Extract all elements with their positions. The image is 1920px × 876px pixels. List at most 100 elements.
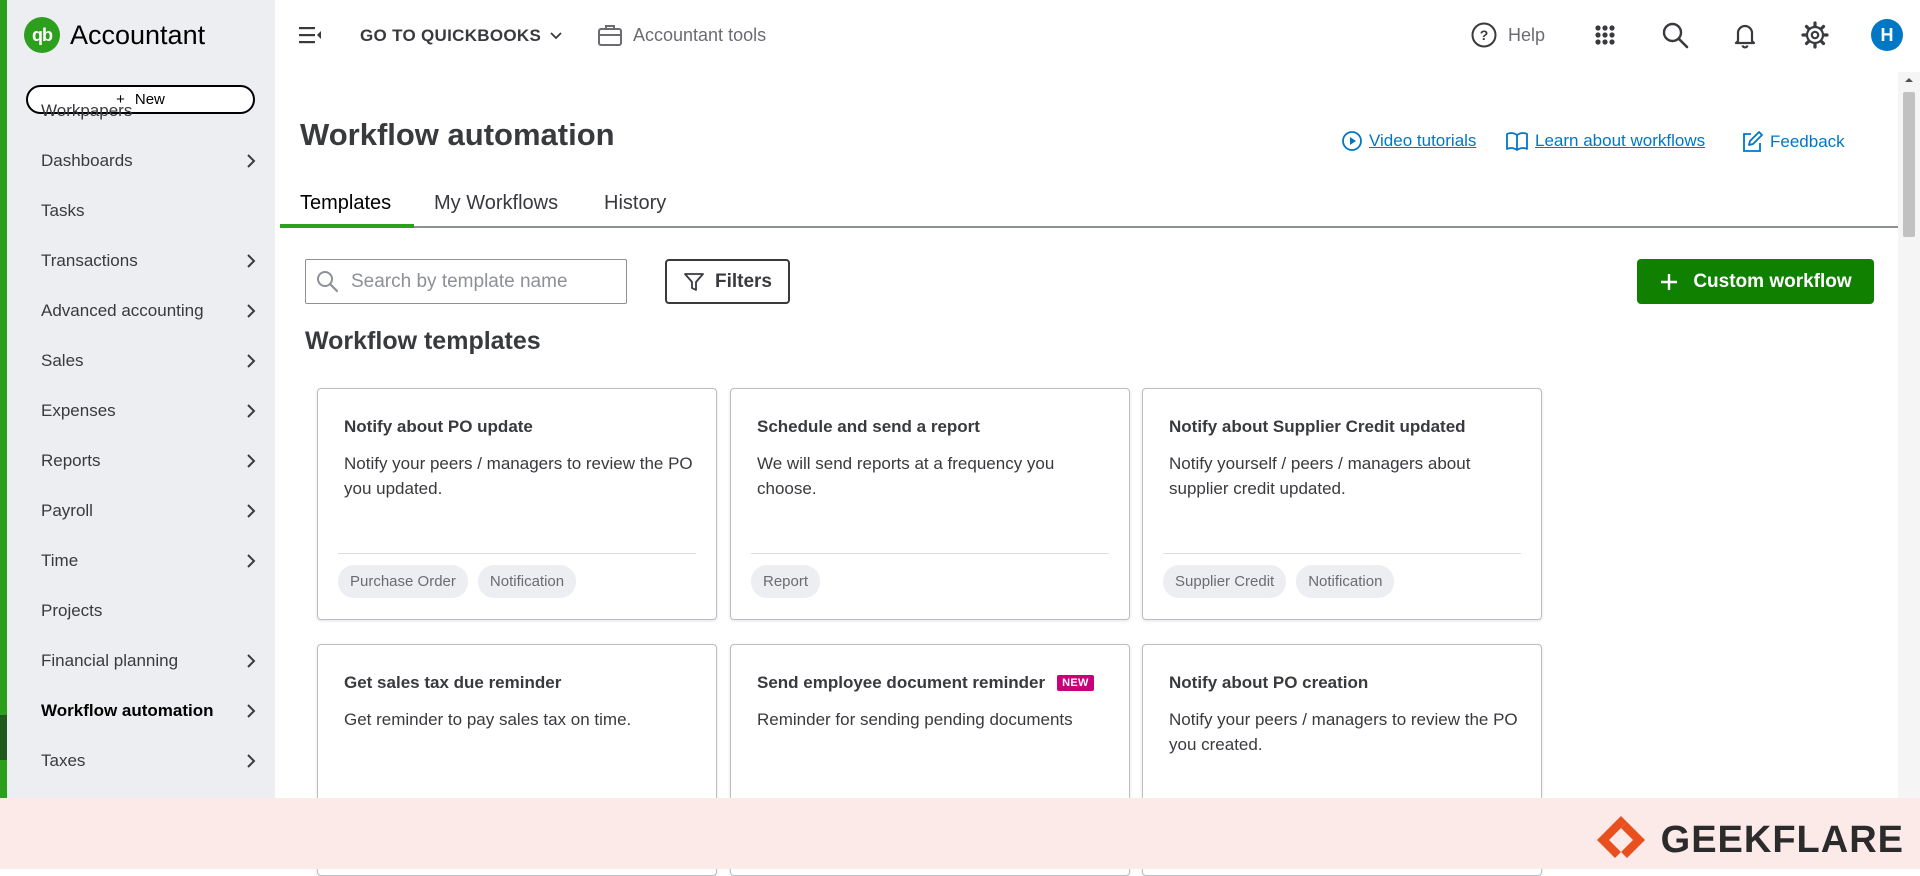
sidebar-item-label: Workflow automation xyxy=(41,701,214,720)
card-tags: Supplier Credit Notification xyxy=(1163,565,1395,598)
search-field-icon xyxy=(317,271,339,293)
chevron-right-icon xyxy=(247,754,256,768)
card-title-row: Notify about PO update xyxy=(344,417,533,437)
sidebar-item-expenses[interactable]: Expenses xyxy=(0,386,275,436)
svg-text:?: ? xyxy=(1480,27,1489,43)
apps-grid-icon[interactable] xyxy=(1590,20,1620,50)
sidebar-item-reports[interactable]: Reports xyxy=(0,436,275,486)
card-divider xyxy=(1163,553,1521,554)
template-card[interactable]: Notify about PO update Notify your peers … xyxy=(317,388,717,620)
tag-chip: Report xyxy=(751,565,821,598)
card-title-row: Notify about PO creation xyxy=(1169,673,1368,693)
card-description: Reminder for sending pending documents xyxy=(757,710,1073,729)
card-title: Notify about PO update xyxy=(344,417,533,436)
book-icon xyxy=(1506,132,1528,151)
tag-chip: Supplier Credit xyxy=(1163,565,1287,598)
template-search-input[interactable] xyxy=(305,259,627,304)
sidebar-item-payroll[interactable]: Payroll xyxy=(0,486,275,536)
card-description: Notify yourself / peers / managers about… xyxy=(1169,454,1471,498)
card-title: Get sales tax due reminder xyxy=(344,673,562,692)
tab-history[interactable]: History xyxy=(604,192,666,215)
card-description: Get reminder to pay sales tax on time. xyxy=(344,710,632,729)
sidebar-item-label: Time xyxy=(41,551,79,570)
gear-icon[interactable] xyxy=(1800,20,1830,50)
card-title: Send employee document reminder xyxy=(757,673,1046,692)
chevron-right-icon xyxy=(247,704,256,718)
tag-chip: Notification xyxy=(1296,565,1395,598)
sidebar-item-dashboards[interactable]: Dashboards xyxy=(0,136,275,186)
sidebar-item-label: Payroll xyxy=(41,501,93,520)
template-card[interactable]: Notify about Supplier Credit updated Noti… xyxy=(1142,388,1542,620)
scroll-up-arrow-icon[interactable] xyxy=(1903,74,1915,86)
sidebar-item-time[interactable]: Time xyxy=(0,536,275,586)
play-circle-icon xyxy=(1342,131,1362,151)
brand-name: Accountant xyxy=(70,19,206,50)
sidebar-item-label: Taxes xyxy=(41,751,86,770)
go-to-quickbooks-menu[interactable]: GO TO QUICKBOOKS xyxy=(360,26,563,46)
sidebar-item-transactions[interactable]: Transactions xyxy=(0,236,275,286)
footer-watermark-strip: GEEKFLARE xyxy=(0,798,1920,869)
feedback-label: Feedback xyxy=(1770,132,1845,151)
sidebar-item-financial-planning[interactable]: Financial planning xyxy=(0,636,275,686)
sidebar-item-label: Workpapers xyxy=(41,101,133,120)
card-title-row: Schedule and send a report xyxy=(757,417,980,437)
tab-my-workflows[interactable]: My Workflows xyxy=(434,192,558,215)
watermark-text: GEEKFLARE xyxy=(1660,818,1904,861)
card-description: Notify your peers / managers to review t… xyxy=(1169,710,1518,754)
active-tab-indicator xyxy=(280,224,414,228)
new-badge: NEW xyxy=(1057,675,1094,691)
chevron-right-icon xyxy=(247,354,256,368)
chevron-right-icon xyxy=(247,304,256,318)
chevron-right-icon xyxy=(247,654,256,668)
custom-workflow-label: Custom workflow xyxy=(1693,270,1852,292)
card-tags: Purchase Order Notification xyxy=(338,565,577,598)
card-description: Notify your peers / managers to review t… xyxy=(344,454,693,498)
template-card[interactable]: Schedule and send a report We will send r… xyxy=(730,388,1130,620)
sidebar-item-tasks[interactable]: Tasks xyxy=(0,186,275,236)
learn-about-workflows-label: Learn about workflows xyxy=(1535,131,1706,150)
tag-chip: Notification xyxy=(477,565,577,598)
filters-label: Filters xyxy=(714,270,773,292)
bell-icon[interactable] xyxy=(1730,20,1760,50)
tab-templates[interactable]: Templates xyxy=(300,192,391,215)
help-circle-icon: ? xyxy=(1471,22,1497,48)
sidebar-item-label: Projects xyxy=(41,601,103,620)
help-button[interactable]: ? Help xyxy=(1470,21,1545,49)
user-avatar[interactable]: H xyxy=(1871,19,1903,51)
sidebar-item-workpapers[interactable]: Workpapers xyxy=(0,86,275,136)
geekflare-logo: GEEKFLARE xyxy=(1591,812,1904,868)
card-title: Schedule and send a report xyxy=(757,417,980,436)
filter-funnel-icon xyxy=(684,272,704,291)
menu-toggle-icon[interactable] xyxy=(297,22,323,48)
search-icon[interactable] xyxy=(1660,20,1690,50)
scrollbar-thumb[interactable] xyxy=(1903,92,1915,237)
sidebar-item-advanced-accounting[interactable]: Advanced accounting xyxy=(0,286,275,336)
sidebar-item-label: Sales xyxy=(41,351,84,370)
plus-icon xyxy=(1661,273,1678,290)
video-tutorials-link[interactable]: Video tutorials xyxy=(1341,130,1476,152)
feedback-link[interactable]: Feedback xyxy=(1740,130,1845,154)
quickbooks-logo-icon: qb xyxy=(24,17,60,53)
accountant-tools-button[interactable]: Accountant tools xyxy=(597,22,766,48)
learn-about-workflows-link[interactable]: Learn about workflows xyxy=(1505,130,1705,152)
feedback-edit-icon xyxy=(1743,131,1763,152)
brand[interactable]: qb Accountant xyxy=(24,17,205,53)
section-title: Workflow templates xyxy=(305,327,541,355)
chevron-right-icon xyxy=(247,154,256,168)
accountant-tools-label: Accountant tools xyxy=(633,24,767,45)
sidebar-item-label: Dashboards xyxy=(41,151,133,170)
sidebar-item-projects[interactable]: Projects xyxy=(0,586,275,636)
card-divider xyxy=(338,553,696,554)
filters-button[interactable]: Filters xyxy=(665,259,790,304)
sidebar-item-sales[interactable]: Sales xyxy=(0,336,275,386)
chevron-right-icon xyxy=(247,504,256,518)
sidebar-item-taxes[interactable]: Taxes xyxy=(0,736,275,786)
sidebar-item-label: Advanced accounting xyxy=(41,301,204,320)
sidebar: qb Accountant + New Workpapers Dashboards… xyxy=(0,0,275,798)
custom-workflow-button[interactable]: Custom workflow xyxy=(1637,259,1874,304)
sidebar-item-workflow-automation[interactable]: Workflow automation xyxy=(0,686,275,736)
card-tags: Report xyxy=(751,565,821,598)
card-divider xyxy=(751,553,1109,554)
sidebar-item-label: Tasks xyxy=(41,201,85,220)
tag-chip: Purchase Order xyxy=(338,565,468,598)
